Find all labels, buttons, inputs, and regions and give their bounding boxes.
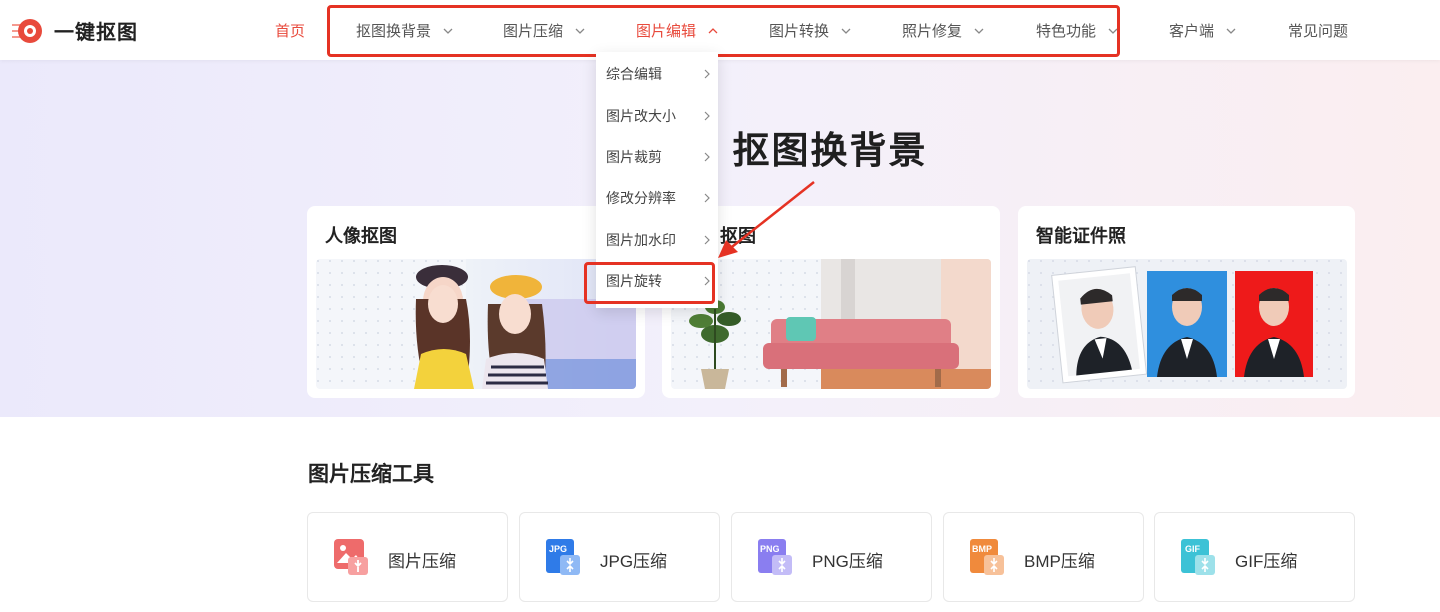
jpg-icon: JPG <box>546 539 580 575</box>
dropdown-label: 修改分辨率 <box>606 190 676 206</box>
dropdown-label: 图片加水印 <box>606 232 676 248</box>
tool-label: JPG压缩 <box>600 552 668 571</box>
card-id-photo[interactable]: 智能证件照 <box>1018 206 1355 398</box>
dropdown-item-resize[interactable]: 图片改大小 <box>606 106 712 126</box>
bmp-icon: BMP <box>970 539 1004 575</box>
image-compress-icon <box>334 539 368 575</box>
furniture-photo <box>671 259 991 389</box>
hero-title: 抠图换背景 <box>732 130 928 171</box>
tool-image-compress[interactable]: 图片压缩 <box>307 512 508 602</box>
top-header: 一键抠图 首页 抠图换背景 图片压缩 图片编辑 图片转换 照片修复 特色功能 客… <box>0 0 1440 60</box>
dropdown-label: 综合编辑 <box>606 66 662 82</box>
card-title: 智能证件照 <box>1036 226 1126 246</box>
dropdown-item-general-edit[interactable]: 综合编辑 <box>606 64 712 84</box>
dropdown-item-resolution[interactable]: 修改分辨率 <box>606 188 712 208</box>
chevron-right-icon <box>704 111 710 121</box>
card-title: 抠图 <box>720 226 756 246</box>
dropdown-item-crop[interactable]: 图片裁剪 <box>606 147 712 167</box>
svg-text:JPG: JPG <box>549 544 567 554</box>
logo[interactable]: 一键抠图 <box>12 16 138 45</box>
svg-text:GIF: GIF <box>1185 544 1201 554</box>
chevron-right-icon <box>704 235 710 245</box>
id-photo <box>1027 259 1347 389</box>
tool-gif-compress[interactable]: GIF GIF压缩 <box>1154 512 1355 602</box>
gif-icon: GIF <box>1181 539 1215 575</box>
logo-icon <box>12 17 44 45</box>
dropdown-label: 图片改大小 <box>606 108 676 124</box>
chevron-right-icon <box>704 193 710 203</box>
nav-faq[interactable]: 常见问题 <box>1288 20 1348 41</box>
brand-name: 一键抠图 <box>54 22 138 44</box>
nav-label: 客户端 <box>1169 23 1215 40</box>
nav-highlight-box <box>327 5 1120 57</box>
tool-label: 图片压缩 <box>388 552 456 571</box>
tool-label: GIF压缩 <box>1235 552 1298 571</box>
tool-jpg-compress[interactable]: JPG JPG压缩 <box>519 512 720 602</box>
tool-png-compress[interactable]: PNG PNG压缩 <box>731 512 932 602</box>
svg-text:BMP: BMP <box>972 544 992 554</box>
dropdown-label: 图片裁剪 <box>606 149 662 165</box>
chevron-right-icon <box>704 69 710 79</box>
chevron-right-icon <box>704 152 710 162</box>
png-icon: PNG <box>758 539 792 575</box>
tool-bmp-compress[interactable]: BMP BMP压缩 <box>943 512 1144 602</box>
svg-text:PNG: PNG <box>760 544 780 554</box>
tool-label: PNG压缩 <box>812 552 883 571</box>
card-title: 人像抠图 <box>325 226 397 246</box>
chevron-down-icon <box>1226 28 1236 34</box>
tool-label: BMP压缩 <box>1024 552 1095 571</box>
nav-home[interactable]: 首页 <box>275 20 305 41</box>
section-title: 图片压缩工具 <box>308 463 434 486</box>
rotate-highlight-box <box>584 262 715 304</box>
dropdown-item-watermark[interactable]: 图片加水印 <box>606 230 712 250</box>
nav-item-client[interactable]: 客户端 <box>1169 20 1238 41</box>
